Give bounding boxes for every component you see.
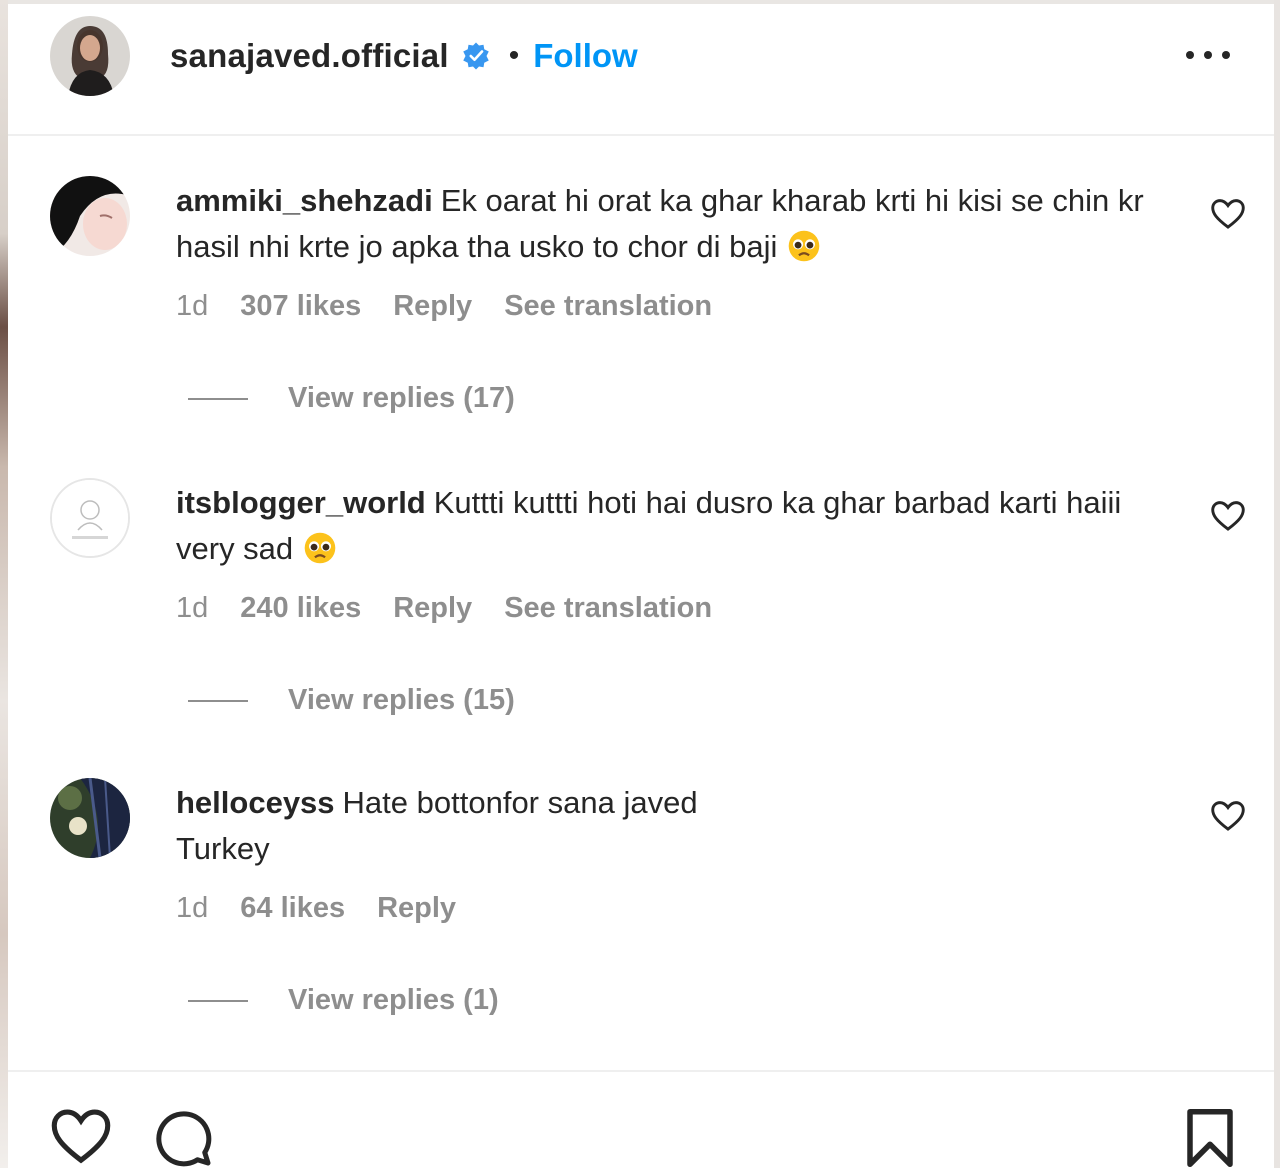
comment-icon[interactable] [152,1108,214,1168]
like-comment-heart-icon[interactable] [1210,800,1246,832]
comment-likes[interactable]: 240 likes [240,592,361,625]
like-comment-heart-icon[interactable] [1210,198,1246,230]
background-edge-right [1274,0,1280,1168]
commenter-avatar[interactable] [50,176,130,256]
commenter-username[interactable]: itsblogger_world [176,485,426,520]
author-username[interactable]: sanajaved.official [170,37,449,75]
replies-divider [188,999,248,1002]
view-replies-label[interactable]: View replies (17) [288,382,515,415]
author-avatar[interactable] [50,16,130,96]
bookmark-icon[interactable] [1184,1108,1236,1168]
comment-text: ammiki_shehzadi Ek oarat hi orat ka ghar … [176,178,1166,270]
header-separator: • [508,39,520,72]
heart-icon[interactable] [50,1108,112,1164]
comment-body: Hate bottonfor sana javed [342,785,698,820]
see-translation-button[interactable]: See translation [504,290,712,323]
comment-likes[interactable]: 307 likes [240,290,361,323]
commenter-username[interactable]: helloceyss [176,785,335,820]
background-edge-left [0,0,8,1168]
pleading-face-emoji-icon [304,532,336,564]
commenter-avatar[interactable] [50,478,130,558]
follow-button[interactable]: Follow [533,37,637,75]
like-comment-heart-icon[interactable] [1210,500,1246,532]
reply-button[interactable]: Reply [393,290,472,323]
comment-time: 1d [176,592,209,624]
comment-body-line2: Turkey [176,831,270,866]
comment-text: itsblogger_world Kuttti kuttti hoti hai d… [176,480,1166,572]
verified-badge-icon [462,42,489,70]
view-replies-button[interactable]: View replies (15) [188,684,515,717]
post-header: sanajaved.official • Follow [8,4,1274,136]
view-replies-button[interactable]: View replies (1) [188,984,499,1017]
post-action-bar [8,1070,1274,1168]
reply-button[interactable]: Reply [377,892,456,925]
more-options-icon[interactable] [1186,40,1230,70]
view-replies-label[interactable]: View replies (15) [288,684,515,717]
comment-time: 1d [176,892,209,924]
replies-divider [188,397,248,400]
see-translation-button[interactable]: See translation [504,592,712,625]
comment-time: 1d [176,290,209,322]
pleading-face-emoji-icon [789,230,820,262]
comment-meta: 1d 64 likes Reply [176,892,488,925]
view-replies-label[interactable]: View replies (1) [288,984,499,1017]
comment-meta: 1d 240 likes Reply See translation [176,592,744,625]
replies-divider [188,699,248,702]
comment-text: helloceyss Hate bottonfor sana javed Turk… [176,780,1166,872]
comment-meta: 1d 307 likes Reply See translation [176,290,744,323]
view-replies-button[interactable]: View replies (17) [188,382,515,415]
author-info: sanajaved.official • Follow [170,36,638,76]
commenter-username[interactable]: ammiki_shehzadi [176,183,433,218]
reply-button[interactable]: Reply [393,592,472,625]
commenter-avatar[interactable] [50,778,130,858]
comment-likes[interactable]: 64 likes [240,892,345,925]
